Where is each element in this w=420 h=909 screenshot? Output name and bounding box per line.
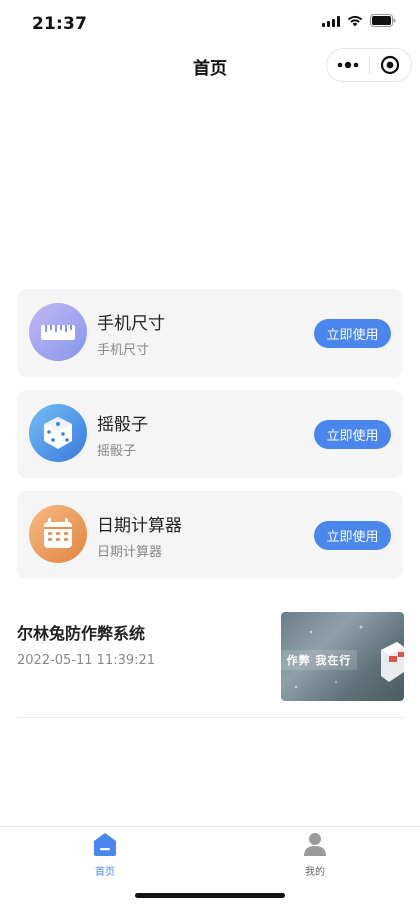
- mini-program-capsule: [326, 48, 412, 82]
- more-dots-icon: [337, 61, 359, 69]
- home-icon: [94, 833, 116, 856]
- article-date: 2022-05-11 11:39:21: [17, 653, 156, 668]
- dice-icon: [29, 404, 87, 462]
- tool-subtitle: 日期计算器: [97, 545, 163, 560]
- tool-card-phone-size[interactable]: 手机尺寸 手机尺寸 立即使用: [17, 289, 403, 377]
- status-bar: 21:37: [0, 0, 420, 48]
- tool-title: 手机尺寸: [97, 314, 165, 334]
- wifi-icon: [347, 15, 363, 26]
- tab-label: 首页: [95, 867, 115, 878]
- tool-title: 日期计算器: [97, 516, 182, 536]
- status-icons: [322, 14, 396, 27]
- thumbnail-caption: 作弊 我在行: [281, 650, 357, 670]
- target-close-icon: [381, 55, 400, 75]
- tool-icon-badge: [29, 303, 87, 361]
- cellular-signal-icon: [322, 15, 340, 27]
- tool-subtitle: 手机尺寸: [97, 343, 150, 358]
- tool-icon-badge: [29, 404, 87, 462]
- status-time: 21:37: [32, 14, 88, 34]
- home-indicator[interactable]: [135, 893, 285, 898]
- more-button[interactable]: [327, 49, 369, 81]
- use-now-button[interactable]: 立即使用: [314, 420, 391, 449]
- user-icon: [304, 833, 326, 856]
- tab-home[interactable]: 首页: [45, 831, 165, 878]
- tool-card-date-calculator[interactable]: 日期计算器 日期计算器 立即使用: [17, 491, 403, 579]
- ruler-icon: [29, 303, 87, 361]
- tool-card-dice[interactable]: 摇骰子 摇骰子 立即使用: [17, 390, 403, 478]
- tab-label: 我的: [305, 867, 325, 878]
- use-now-button[interactable]: 立即使用: [314, 319, 391, 348]
- article-thumbnail[interactable]: 作弊 我在行: [281, 612, 404, 701]
- divider: [17, 717, 403, 718]
- calendar-icon: [29, 505, 87, 563]
- tool-subtitle: 摇骰子: [97, 444, 137, 459]
- tool-title: 摇骰子: [97, 415, 148, 435]
- tool-icon-badge: [29, 505, 87, 563]
- tab-mine[interactable]: 我的: [255, 831, 375, 878]
- battery-icon: [370, 14, 396, 27]
- use-now-button[interactable]: 立即使用: [314, 521, 391, 550]
- article-title[interactable]: 尔林兔防作弊系统: [17, 620, 145, 644]
- close-button[interactable]: [369, 49, 411, 81]
